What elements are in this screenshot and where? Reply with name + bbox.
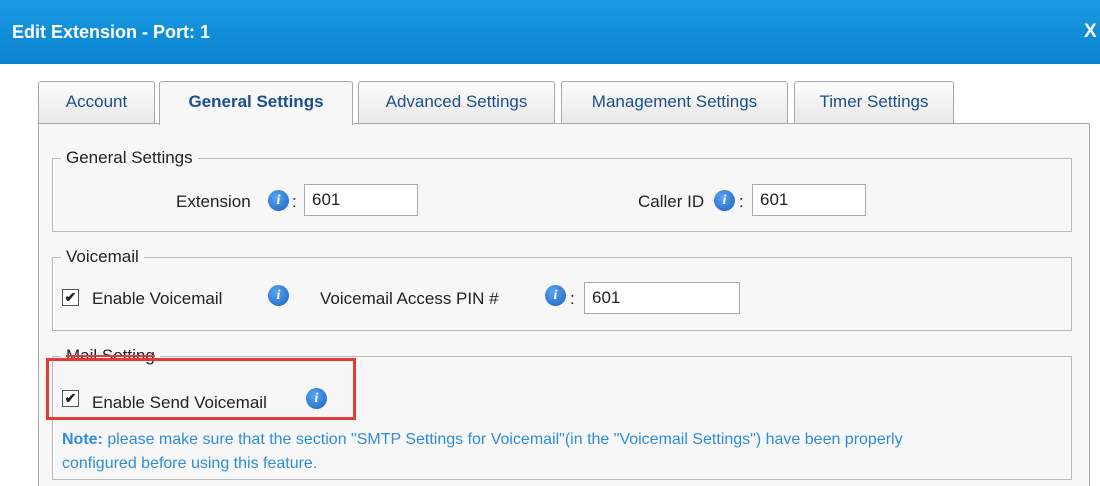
caller-id-label: Caller ID [638,192,705,211]
voicemail-pin-colon: : [570,289,575,308]
extension-label: Extension [176,192,251,211]
smtp-note: Note: please make sure that the section … [62,428,962,476]
caller-id-info-icon[interactable]: i [714,190,735,211]
general-settings-legend: General Settings [61,148,198,168]
close-button[interactable]: X [1084,21,1097,43]
voicemail-pin-input[interactable] [584,282,740,314]
tab-general-settings[interactable]: General Settings [159,81,353,125]
caller-id-colon: : [739,192,744,211]
tab-advanced-settings[interactable]: Advanced Settings [358,81,555,123]
caller-id-input[interactable] [752,184,866,216]
title-bar: Edit Extension - Port: 1 X [0,0,1100,64]
voicemail-pin-label: Voicemail Access PIN # [320,289,499,308]
extension-colon: : [292,192,297,211]
extension-info-icon[interactable]: i [268,190,289,211]
extension-input[interactable] [304,184,418,216]
note-prefix: Note: [62,431,103,448]
enable-voicemail-checkbox[interactable]: ✔ [62,289,79,306]
voicemail-pin-info-icon[interactable]: i [545,285,566,306]
tab-account[interactable]: Account [38,81,155,123]
highlight-box [46,358,356,420]
voicemail-info-icon[interactable]: i [268,285,289,306]
voicemail-legend: Voicemail [61,247,144,267]
window-title: Edit Extension - Port: 1 [12,22,211,42]
tab-timer-settings[interactable]: Timer Settings [794,81,954,123]
tab-management-settings[interactable]: Management Settings [561,81,788,123]
enable-voicemail-label: Enable Voicemail [92,289,223,308]
note-text: please make sure that the section "SMTP … [62,431,903,472]
